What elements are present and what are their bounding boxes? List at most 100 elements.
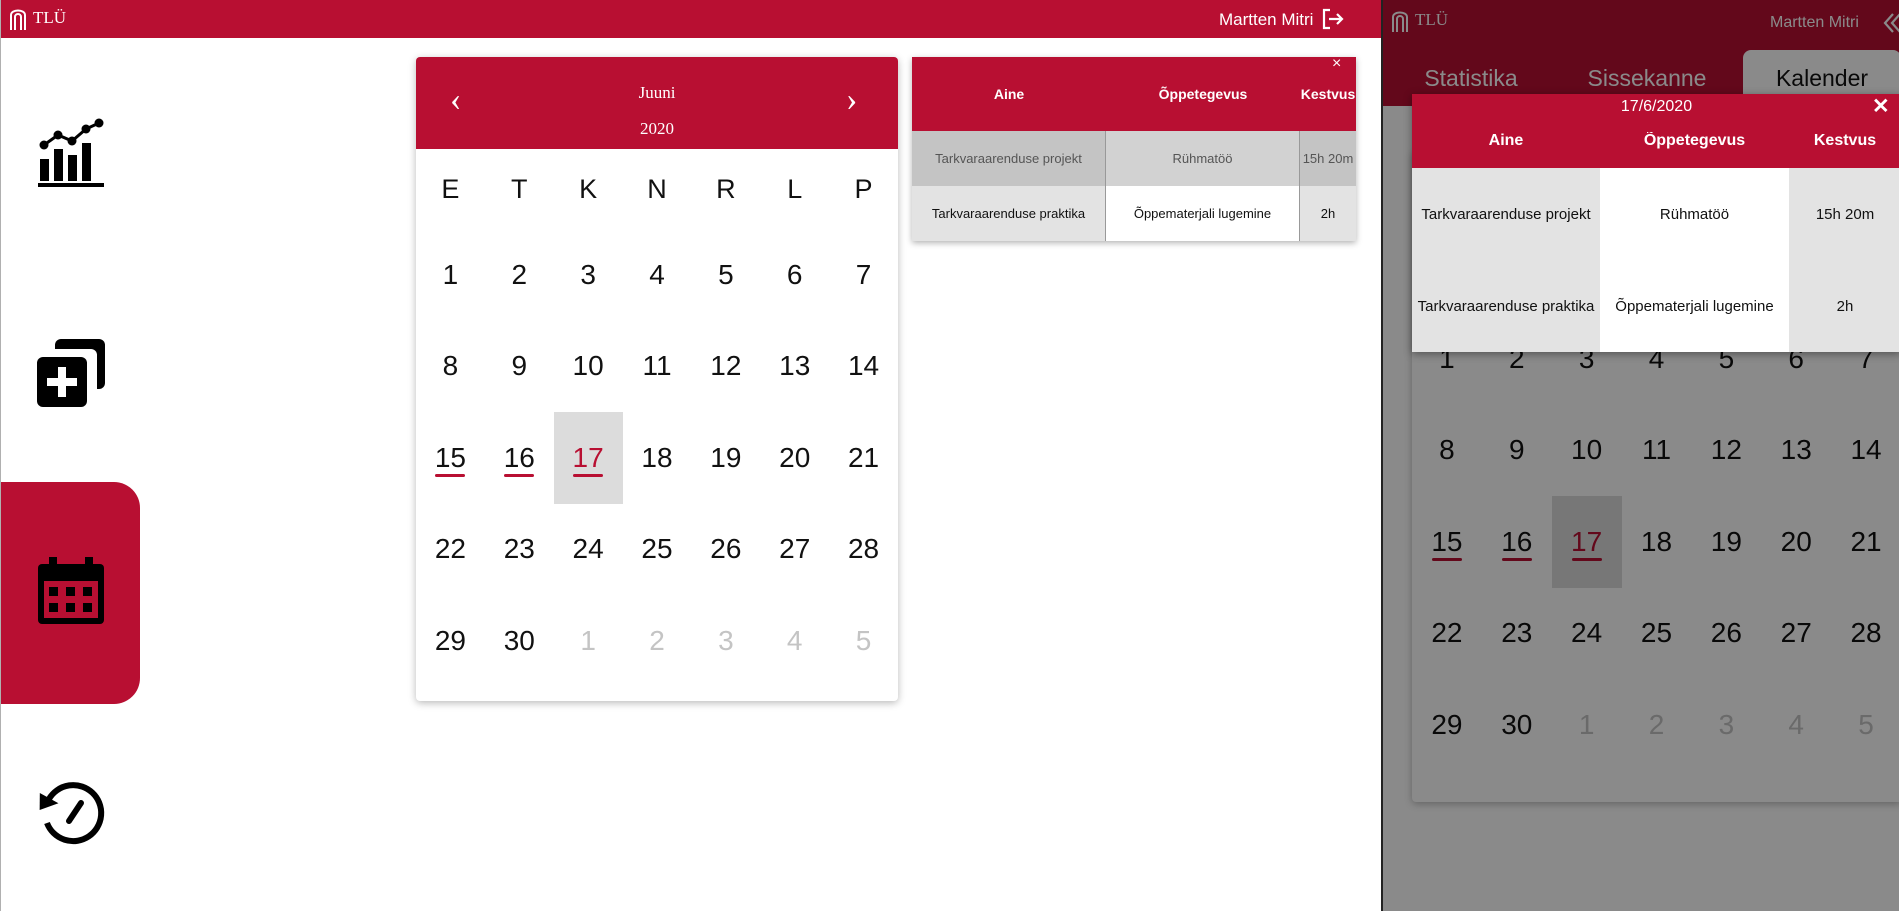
day-number: 1: [580, 624, 596, 656]
day-number: 1: [442, 258, 459, 290]
calendar-day[interactable]: 20: [760, 412, 829, 504]
calendar-day[interactable]: 3: [554, 229, 623, 321]
calendar-day[interactable]: 27: [760, 504, 829, 596]
calendar-day[interactable]: 1: [416, 229, 485, 321]
column-header-activity: Õppetegevus: [1643, 132, 1746, 149]
weekday-label: E: [441, 173, 460, 204]
day-number: 21: [847, 441, 880, 473]
calendar-icon: [35, 555, 107, 632]
calendar-day-outside[interactable]: 3: [691, 595, 760, 687]
modal-date: 17/6/2020: [1620, 98, 1693, 115]
table-row[interactable]: Tarkvaraarenduse praktika Õppematerjali …: [912, 186, 1356, 241]
mobile-view: TLÜ Martten Mitri Statistika Sissekanne …: [1381, 0, 1899, 911]
modal-header: 17/6/2020 ✕ Aine Õppetegevus Kestvus: [1412, 94, 1899, 168]
calendar-day[interactable]: 4: [623, 229, 692, 321]
logout-icon[interactable]: [1321, 8, 1345, 35]
day-number: 28: [847, 533, 880, 565]
calendar-day[interactable]: 10: [554, 321, 623, 413]
calendar-day[interactable]: 26: [691, 504, 760, 596]
day-number: 12: [710, 350, 742, 382]
close-icon[interactable]: ×: [1332, 55, 1341, 73]
day-number: 4: [649, 258, 665, 290]
activity-marker: [504, 473, 535, 477]
day-number: 26: [710, 533, 742, 565]
calendar-day-outside[interactable]: 5: [829, 595, 898, 687]
history-icon: [35, 777, 107, 854]
weekday-label: L: [787, 173, 803, 204]
logo[interactable]: TLÜ: [9, 6, 66, 30]
calendar-day[interactable]: 15: [416, 412, 485, 504]
cell-duration: 15h 20m: [1789, 168, 1899, 260]
next-month-button[interactable]: ›: [846, 81, 857, 119]
cell-activity: Rühmatöö: [1106, 131, 1300, 186]
column-header-subject: Aine: [1488, 132, 1524, 149]
calendar-day[interactable]: 23: [485, 504, 554, 596]
table-row[interactable]: Tarkvaraarenduse praktika Õppematerjali …: [1412, 260, 1899, 352]
nav-new-entry-button[interactable]: [1, 320, 140, 430]
calendar-day[interactable]: 16: [485, 412, 554, 504]
calendar-day[interactable]: 22: [416, 504, 485, 596]
calendar-day[interactable]: 8: [416, 321, 485, 413]
activity-table: Aine Õppetegevus Kestvus × Tarkvaraarend…: [912, 55, 1356, 241]
calendar-day[interactable]: 12: [691, 321, 760, 413]
calendar-day-outside[interactable]: 2: [623, 595, 692, 687]
calendar-day[interactable]: 14: [829, 321, 898, 413]
day-number: 11: [642, 350, 672, 382]
chart-icon: [36, 117, 106, 194]
calendar-day-outside[interactable]: 1: [554, 595, 623, 687]
day-number: 27: [779, 533, 811, 565]
day-number: 16: [503, 441, 535, 473]
calendar-day[interactable]: 17: [553, 412, 623, 504]
day-number: 24: [572, 533, 604, 565]
day-number: 30: [503, 624, 535, 656]
calendar-card: ‹ Juuni 2020 › E T K N R L P 1 2 3 4 5 6 7 8 9 10 11 12 13 1…: [416, 57, 898, 701]
calendar-day[interactable]: 11: [623, 321, 692, 413]
calendar-day[interactable]: 19: [691, 412, 760, 504]
table-row[interactable]: Tarkvaraarenduse projekt Rühmatöö 15h 20…: [912, 131, 1356, 186]
close-icon[interactable]: ✕: [1872, 94, 1890, 119]
calendar-day[interactable]: 21: [829, 412, 898, 504]
day-number: 29: [434, 624, 466, 656]
day-number: 6: [786, 258, 803, 290]
calendar-day[interactable]: 5: [691, 229, 760, 321]
cell-duration: 15h 20m: [1302, 151, 1354, 166]
cell-duration: 2h: [1789, 260, 1899, 352]
user-name[interactable]: Martten Mitri: [1219, 10, 1313, 30]
day-number: 3: [580, 258, 596, 290]
top-bar: TLÜ Martten Mitri: [1, 0, 1381, 38]
nav-history-button[interactable]: [1, 760, 140, 870]
calendar-day[interactable]: 6: [760, 229, 829, 321]
month-label: Juuni: [638, 83, 676, 102]
weekday-label: R: [716, 173, 736, 204]
day-number: 18: [641, 441, 673, 473]
calendar-day[interactable]: 18: [623, 412, 692, 504]
calendar-day-outside[interactable]: 4: [760, 595, 829, 687]
calendar-grid: E T K N R L P 1 2 3 4 5 6 7 8 9 10 11 12 13 14 15 16 17 18 19 20 21…: [416, 149, 898, 687]
column-header-duration: Kestvus: [1300, 86, 1356, 102]
calendar-day[interactable]: 9: [485, 321, 554, 413]
cell-duration: 2h: [1300, 186, 1356, 241]
calendar-day[interactable]: 28: [829, 504, 898, 596]
calendar-day[interactable]: 7: [829, 229, 898, 321]
nav-calendar-button[interactable]: [1, 482, 140, 704]
cell-subject: Tarkvaraarenduse projekt: [912, 131, 1106, 186]
day-number: 19: [710, 441, 742, 473]
day-number: 2: [511, 258, 528, 290]
year-label[interactable]: 2020: [416, 119, 898, 139]
day-number: 9: [511, 350, 528, 382]
nav-statistics-button[interactable]: [1, 100, 140, 210]
calendar-day[interactable]: 2: [485, 229, 554, 321]
calendar-day[interactable]: 13: [760, 321, 829, 413]
calendar-day[interactable]: 29: [416, 595, 485, 687]
calendar-day[interactable]: 25: [623, 504, 692, 596]
table-row[interactable]: Tarkvaraarenduse projekt Rühmatöö 15h 20…: [1412, 168, 1899, 260]
cell-subject: Tarkvaraarenduse praktika: [912, 186, 1106, 241]
day-number: 10: [572, 350, 604, 382]
cell-activity: Õppematerjali lugemine: [1106, 186, 1300, 241]
calendar-day[interactable]: 24: [554, 504, 623, 596]
day-number: 7: [855, 258, 872, 290]
calendar-day[interactable]: 30: [485, 595, 554, 687]
column-header-duration: Kestvus: [1813, 132, 1877, 149]
day-number: 15: [434, 441, 466, 473]
weekday-label: N: [647, 173, 667, 204]
